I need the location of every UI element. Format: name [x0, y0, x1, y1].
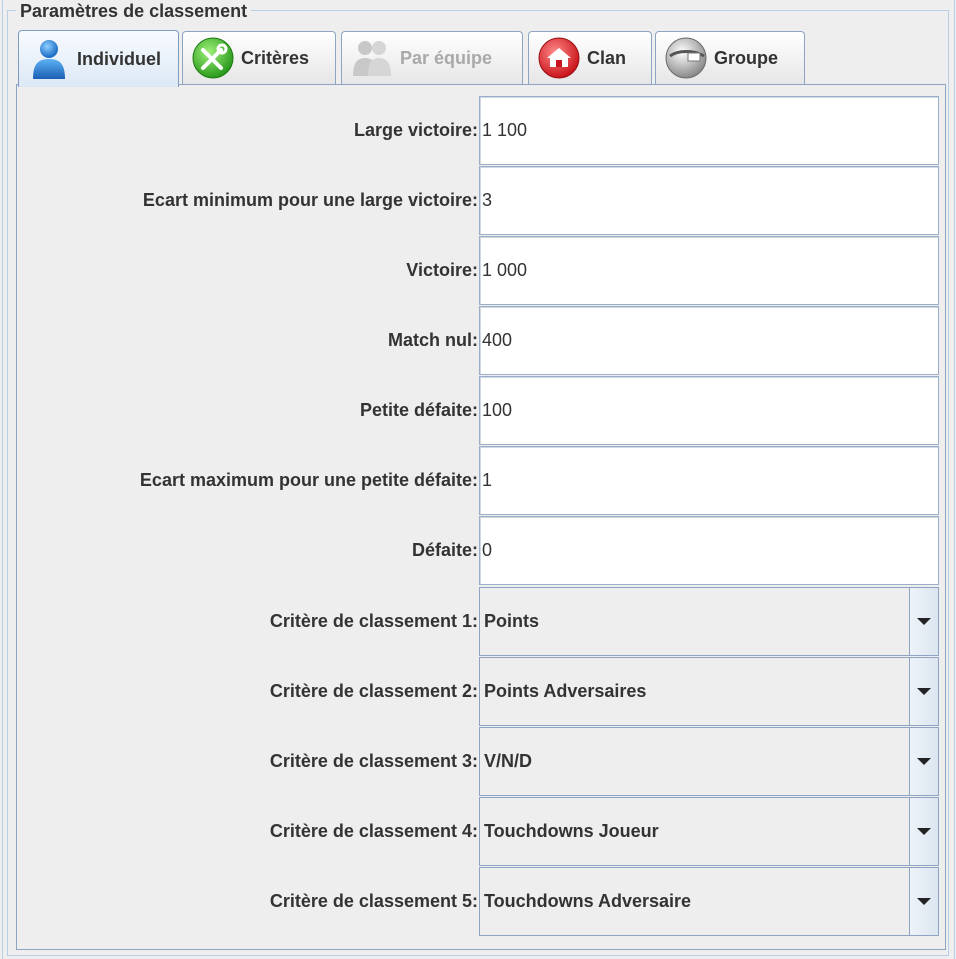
critere-3-dropdown-button[interactable]	[909, 728, 938, 795]
tools-icon	[191, 36, 235, 80]
large-victoire-field[interactable]	[479, 96, 939, 165]
label-large-victoire: Large victoire:	[353, 120, 478, 140]
petite-defaite-field[interactable]	[479, 376, 939, 445]
defaite-input[interactable]	[480, 517, 938, 584]
petite-defaite-input[interactable]	[480, 377, 938, 444]
label-match-nul: Match nul:	[388, 330, 478, 350]
tab-par-equipe-label: Par équipe	[400, 47, 493, 68]
chevron-down-icon	[917, 758, 931, 765]
team-icon	[350, 36, 394, 80]
ecart-min-large-victoire-input[interactable]	[480, 167, 938, 234]
house-icon	[537, 36, 581, 80]
label-defaite: Défaite:	[411, 540, 478, 560]
ecart-max-petite-defaite-input[interactable]	[480, 447, 938, 514]
window-left-edge	[2, 0, 3, 959]
label-critere-2: Critère de classement 2:	[269, 681, 478, 701]
window-right-edge	[954, 0, 955, 959]
group-title: Paramètres de classement	[16, 1, 252, 22]
user-icon	[27, 37, 71, 81]
critere-1-value: Points	[484, 611, 540, 631]
tab-individuel-label: Individuel	[77, 48, 162, 69]
label-critere-4: Critère de classement 4:	[269, 821, 478, 841]
victoire-field[interactable]	[479, 236, 939, 305]
critere-4-dropdown-button[interactable]	[909, 798, 938, 865]
tab-clan[interactable]: Clan	[528, 31, 652, 84]
tab-criteres-label: Critères	[241, 47, 310, 68]
critere-1-dropdown-button[interactable]	[909, 588, 938, 655]
ecart-min-large-victoire-field[interactable]	[479, 166, 939, 235]
label-critere-5: Critère de classement 5:	[269, 891, 478, 911]
critere-2-dropdown-button[interactable]	[909, 658, 938, 725]
tab-individuel[interactable]: Individuel	[18, 30, 179, 87]
match-nul-field[interactable]	[479, 306, 939, 375]
defaite-field[interactable]	[479, 516, 939, 585]
label-ecart-max-petite-defaite: Ecart maximum pour une petite défaite:	[139, 470, 478, 490]
label-victoire: Victoire:	[406, 260, 478, 280]
ecart-max-petite-defaite-field[interactable]	[479, 446, 939, 515]
chevron-down-icon	[917, 618, 931, 625]
tab-criteres[interactable]: Critères	[182, 31, 336, 84]
label-critere-3: Critère de classement 3:	[269, 751, 478, 771]
critere-5-select[interactable]: Touchdowns Adversaire	[479, 867, 939, 936]
critere-1-select[interactable]: Points	[479, 587, 939, 656]
tab-groupe-label: Groupe	[714, 47, 779, 68]
critere-2-value: Points Adversaires	[484, 681, 647, 701]
chevron-down-icon	[917, 898, 931, 905]
victoire-input[interactable]	[480, 237, 938, 304]
label-critere-1: Critère de classement 1:	[269, 611, 478, 631]
chevron-down-icon	[917, 828, 931, 835]
critere-4-value: Touchdowns Joueur	[484, 821, 659, 841]
critere-3-select[interactable]: V/N/D	[479, 727, 939, 796]
critere-5-value: Touchdowns Adversaire	[484, 891, 692, 911]
label-petite-defaite: Petite défaite:	[359, 400, 478, 420]
match-nul-input[interactable]	[480, 307, 938, 374]
tab-clan-label: Clan	[587, 47, 627, 68]
tab-par-equipe[interactable]: Par équipe	[341, 31, 523, 84]
label-ecart-min-large-victoire: Ecart minimum pour une large victoire:	[142, 190, 478, 210]
group-disc-icon	[664, 36, 708, 80]
tab-groupe[interactable]: Groupe	[655, 31, 805, 84]
critere-5-dropdown-button[interactable]	[909, 868, 938, 935]
large-victoire-input[interactable]	[480, 97, 938, 164]
chevron-down-icon	[917, 688, 931, 695]
critere-3-value: V/N/D	[484, 751, 533, 771]
critere-2-select[interactable]: Points Adversaires	[479, 657, 939, 726]
critere-4-select[interactable]: Touchdowns Joueur	[479, 797, 939, 866]
